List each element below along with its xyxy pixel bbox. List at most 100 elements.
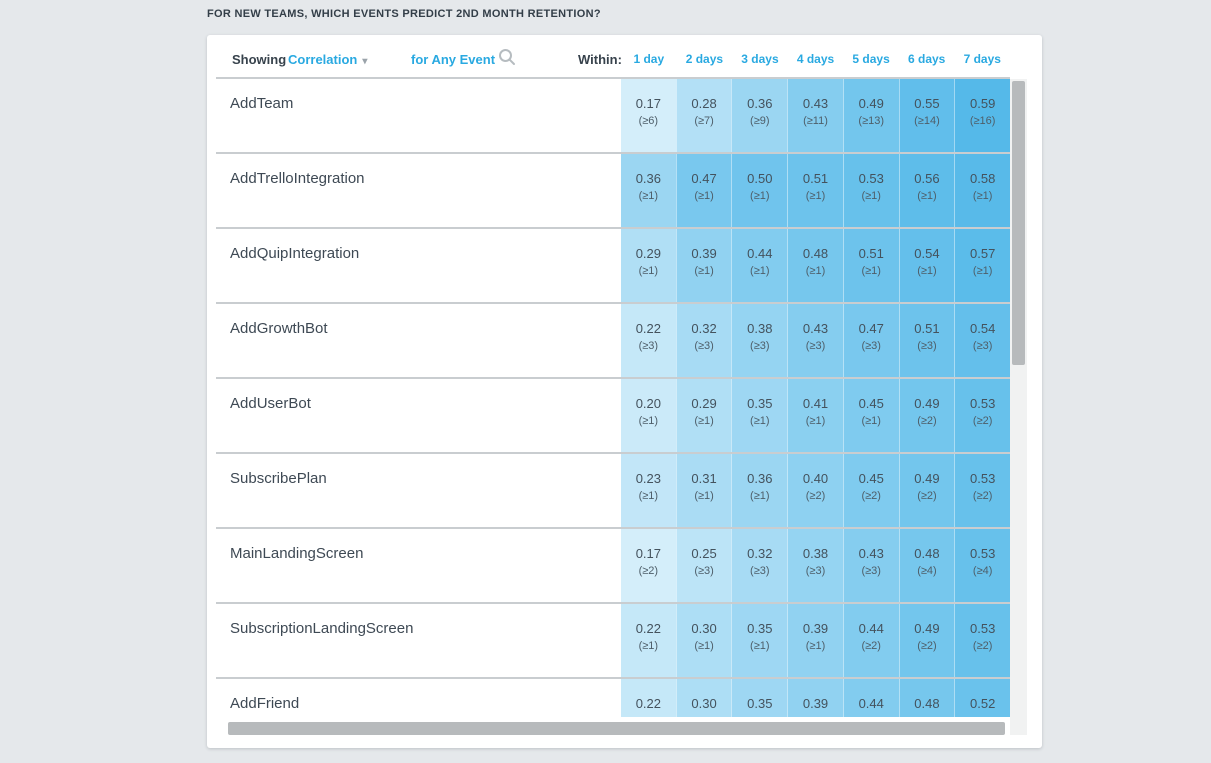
event-count-threshold: (≥16) bbox=[955, 114, 1010, 129]
event-count-threshold: (≥4) bbox=[955, 564, 1010, 579]
correlation-value: 0.53 bbox=[955, 396, 1010, 412]
correlation-cell[interactable]: 0.36(≥9) bbox=[731, 79, 787, 152]
correlation-cell[interactable]: 0.51(≥1) bbox=[787, 154, 843, 227]
correlation-cells: 0.23(≥1)0.31(≥1)0.36(≥1)0.40(≥2)0.45(≥2)… bbox=[621, 454, 1010, 527]
correlation-cell[interactable]: 0.48(≥4) bbox=[899, 529, 955, 602]
correlation-cell[interactable]: 0.59(≥16) bbox=[954, 79, 1010, 152]
correlation-cell[interactable]: 0.48(≥1) bbox=[787, 229, 843, 302]
window-header[interactable]: 2 days bbox=[677, 52, 733, 66]
correlation-cell[interactable]: 0.40(≥2) bbox=[787, 454, 843, 527]
table-row: MainLandingScreen0.17(≥2)0.25(≥3)0.32(≥3… bbox=[216, 529, 1010, 604]
correlation-cell[interactable]: 0.22(≥3) bbox=[621, 304, 676, 377]
correlation-cell[interactable]: 0.17(≥6) bbox=[621, 79, 676, 152]
correlation-cell[interactable]: 0.53(≥2) bbox=[954, 604, 1010, 677]
event-count-threshold: (≥4) bbox=[900, 564, 955, 579]
correlation-cell[interactable]: 0.43(≥3) bbox=[843, 529, 899, 602]
correlation-cell[interactable]: 0.53(≥1) bbox=[843, 154, 899, 227]
correlation-value: 0.49 bbox=[900, 471, 955, 487]
correlation-cell[interactable]: 0.35(≥1) bbox=[731, 379, 787, 452]
event-count-threshold: (≥1) bbox=[900, 189, 955, 204]
vertical-scrollbar-thumb[interactable] bbox=[1012, 81, 1025, 365]
correlation-cell[interactable]: 0.36(≥1) bbox=[731, 454, 787, 527]
event-filter-link[interactable]: for Any Event bbox=[411, 52, 495, 67]
correlation-cell[interactable]: 0.56(≥1) bbox=[899, 154, 955, 227]
correlation-cell[interactable]: 0.53(≥2) bbox=[954, 454, 1010, 527]
correlation-cell[interactable]: 0.45(≥2) bbox=[843, 454, 899, 527]
correlation-cell[interactable]: 0.22(≥1) bbox=[621, 604, 676, 677]
correlation-cell[interactable]: 0.52 bbox=[954, 679, 1010, 717]
correlation-cell[interactable]: 0.50(≥1) bbox=[731, 154, 787, 227]
correlation-cell[interactable]: 0.35 bbox=[731, 679, 787, 717]
correlation-cell[interactable]: 0.47(≥3) bbox=[843, 304, 899, 377]
correlation-cell[interactable]: 0.39 bbox=[787, 679, 843, 717]
correlation-cell[interactable]: 0.49(≥2) bbox=[899, 379, 955, 452]
correlation-cell[interactable]: 0.54(≥1) bbox=[899, 229, 955, 302]
correlation-cell[interactable]: 0.39(≥1) bbox=[676, 229, 732, 302]
correlation-cell[interactable]: 0.32(≥3) bbox=[731, 529, 787, 602]
correlation-cell[interactable]: 0.29(≥1) bbox=[621, 229, 676, 302]
event-count-threshold: (≥1) bbox=[677, 639, 732, 654]
correlation-cell[interactable]: 0.38(≥3) bbox=[787, 529, 843, 602]
correlation-cell[interactable]: 0.49(≥2) bbox=[899, 604, 955, 677]
correlation-cells: 0.22(≥1)0.30(≥1)0.35(≥1)0.39(≥1)0.44(≥2)… bbox=[621, 604, 1010, 677]
window-header[interactable]: 3 days bbox=[732, 52, 788, 66]
correlation-cell[interactable]: 0.41(≥1) bbox=[787, 379, 843, 452]
correlation-cell[interactable]: 0.57(≥1) bbox=[954, 229, 1010, 302]
correlation-cell[interactable]: 0.53(≥4) bbox=[954, 529, 1010, 602]
correlation-cell[interactable]: 0.49(≥2) bbox=[899, 454, 955, 527]
correlation-cell[interactable]: 0.47(≥1) bbox=[676, 154, 732, 227]
correlation-cell[interactable]: 0.44(≥2) bbox=[843, 604, 899, 677]
correlation-cell[interactable]: 0.51(≥1) bbox=[843, 229, 899, 302]
correlation-cell[interactable]: 0.36(≥1) bbox=[621, 154, 676, 227]
correlation-value: 0.32 bbox=[732, 546, 787, 562]
vertical-scrollbar[interactable] bbox=[1010, 79, 1027, 735]
correlation-cell[interactable]: 0.54(≥3) bbox=[954, 304, 1010, 377]
correlation-cell[interactable]: 0.17(≥2) bbox=[621, 529, 676, 602]
table-row: AddFriend0.220.300.350.390.440.480.52 bbox=[216, 679, 1010, 717]
correlation-value: 0.39 bbox=[788, 621, 843, 637]
table-row: AddGrowthBot0.22(≥3)0.32(≥3)0.38(≥3)0.43… bbox=[216, 304, 1010, 379]
window-header[interactable]: 5 days bbox=[843, 52, 899, 66]
correlation-value: 0.32 bbox=[677, 321, 732, 337]
correlation-cell[interactable]: 0.49(≥13) bbox=[843, 79, 899, 152]
window-header[interactable]: 7 days bbox=[954, 52, 1010, 66]
correlation-cell[interactable]: 0.48 bbox=[899, 679, 955, 717]
correlation-cell[interactable]: 0.25(≥3) bbox=[676, 529, 732, 602]
correlation-cell[interactable]: 0.44 bbox=[843, 679, 899, 717]
window-header[interactable]: 4 days bbox=[788, 52, 844, 66]
search-icon[interactable] bbox=[498, 48, 516, 66]
correlation-cell[interactable]: 0.43(≥11) bbox=[787, 79, 843, 152]
correlation-cell[interactable]: 0.28(≥7) bbox=[676, 79, 732, 152]
event-count-threshold: (≥1) bbox=[732, 189, 787, 204]
event-count-threshold: (≥2) bbox=[621, 564, 676, 579]
event-count-threshold: (≥1) bbox=[732, 489, 787, 504]
correlation-cell[interactable]: 0.29(≥1) bbox=[676, 379, 732, 452]
correlation-value: 0.23 bbox=[621, 471, 676, 487]
correlation-cell[interactable]: 0.51(≥3) bbox=[899, 304, 955, 377]
correlation-cell[interactable]: 0.22 bbox=[621, 679, 676, 717]
metric-dropdown[interactable]: Correlation▾ bbox=[288, 52, 367, 67]
correlation-cell[interactable]: 0.39(≥1) bbox=[787, 604, 843, 677]
window-header[interactable]: 6 days bbox=[899, 52, 955, 66]
horizontal-scrollbar[interactable] bbox=[228, 722, 1005, 735]
correlation-value: 0.48 bbox=[788, 246, 843, 262]
correlation-cell[interactable]: 0.23(≥1) bbox=[621, 454, 676, 527]
correlation-cell[interactable]: 0.53(≥2) bbox=[954, 379, 1010, 452]
correlation-cell[interactable]: 0.20(≥1) bbox=[621, 379, 676, 452]
correlation-cell[interactable]: 0.38(≥3) bbox=[731, 304, 787, 377]
correlation-value: 0.49 bbox=[844, 96, 899, 112]
event-count-threshold: (≥3) bbox=[621, 339, 676, 354]
correlation-cell[interactable]: 0.30(≥1) bbox=[676, 604, 732, 677]
window-header[interactable]: 1 day bbox=[621, 52, 677, 66]
correlation-cell[interactable]: 0.44(≥1) bbox=[731, 229, 787, 302]
correlation-cell[interactable]: 0.45(≥1) bbox=[843, 379, 899, 452]
correlation-cells: 0.36(≥1)0.47(≥1)0.50(≥1)0.51(≥1)0.53(≥1)… bbox=[621, 154, 1010, 227]
correlation-cell[interactable]: 0.31(≥1) bbox=[676, 454, 732, 527]
correlation-cell[interactable]: 0.43(≥3) bbox=[787, 304, 843, 377]
event-count-threshold: (≥2) bbox=[955, 489, 1010, 504]
correlation-cell[interactable]: 0.32(≥3) bbox=[676, 304, 732, 377]
correlation-cell[interactable]: 0.35(≥1) bbox=[731, 604, 787, 677]
correlation-cell[interactable]: 0.55(≥14) bbox=[899, 79, 955, 152]
correlation-cell[interactable]: 0.30 bbox=[676, 679, 732, 717]
correlation-cell[interactable]: 0.58(≥1) bbox=[954, 154, 1010, 227]
